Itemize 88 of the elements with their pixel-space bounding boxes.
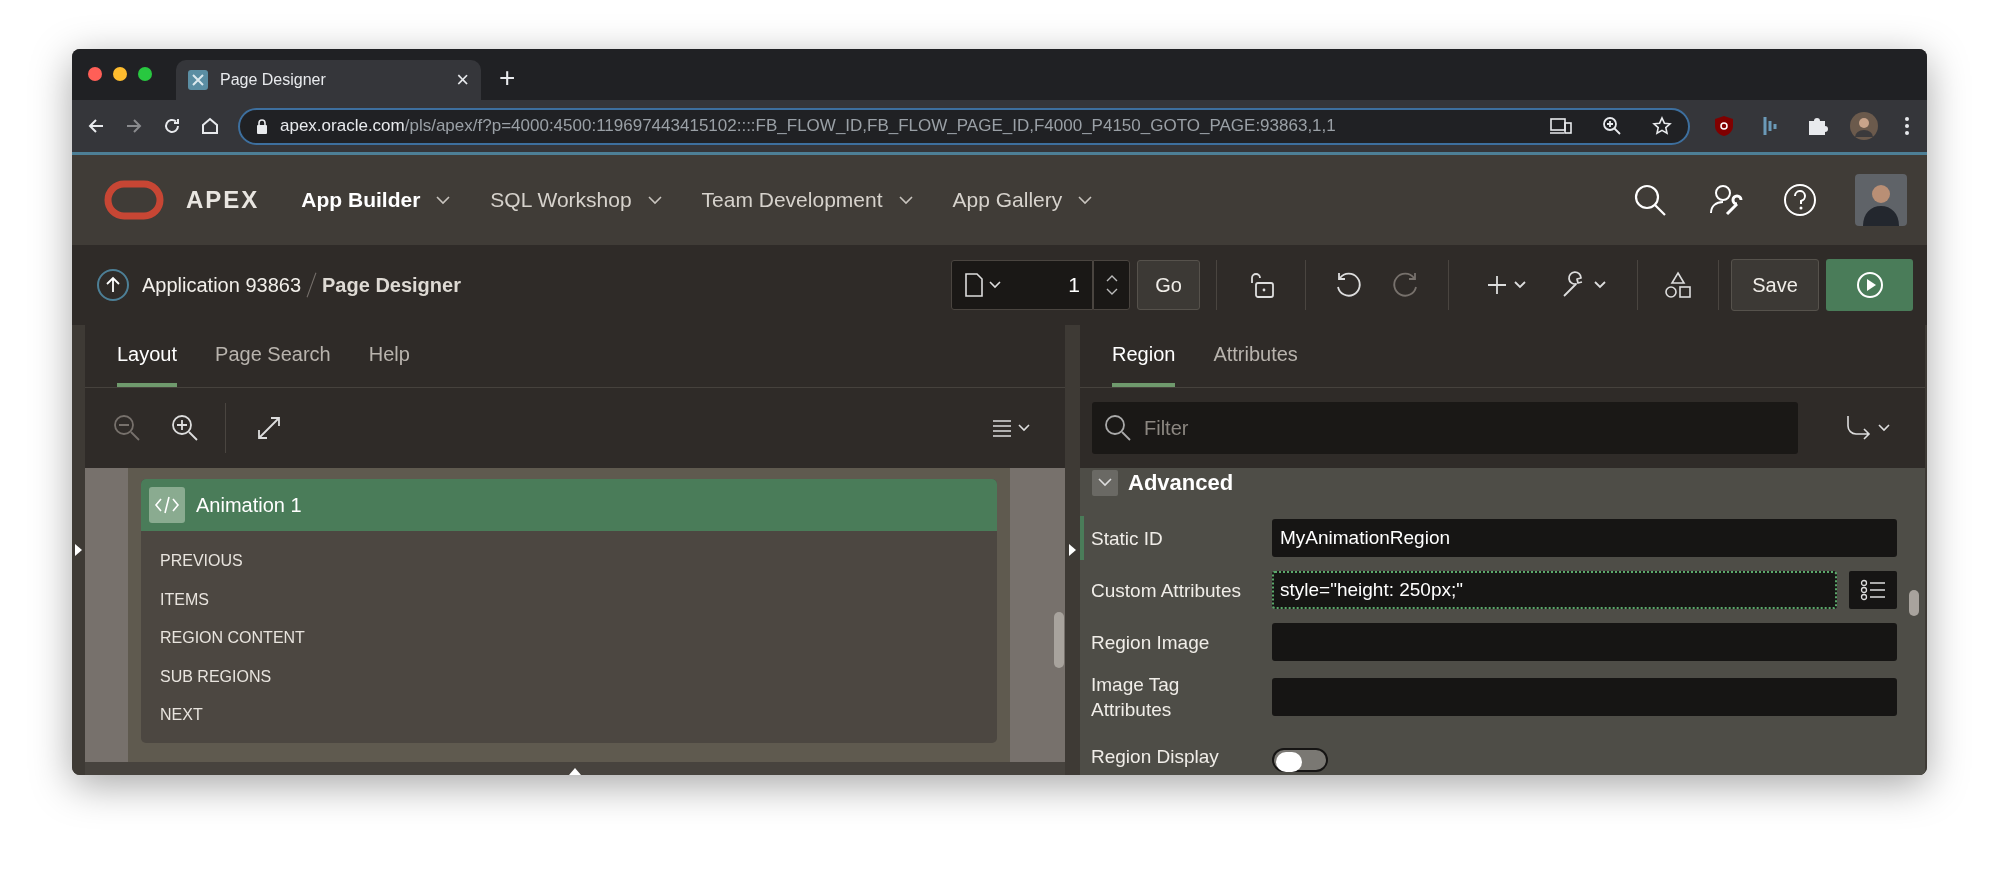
panel-tab[interactable]: Page Search <box>215 325 331 387</box>
expand-icon[interactable] <box>256 415 282 441</box>
shapes-icon[interactable] <box>1664 271 1692 299</box>
go-to-icon[interactable] <box>1845 414 1893 442</box>
new-tab-button[interactable]: + <box>499 64 516 92</box>
page-number: 1 <box>1068 272 1080 299</box>
lock-icon <box>256 118 268 134</box>
nav-menu[interactable]: Team Development <box>701 184 913 216</box>
puzzle-icon[interactable] <box>1806 115 1828 137</box>
region-title: Animation 1 <box>196 493 302 518</box>
search-icon[interactable] <box>1633 183 1667 217</box>
help-icon[interactable] <box>1783 183 1817 217</box>
text-field[interactable] <box>1272 678 1897 716</box>
collapse-up-icon[interactable] <box>569 768 581 775</box>
more-icon[interactable] <box>1904 116 1910 136</box>
list-icon <box>1860 579 1886 601</box>
expand-left-icon[interactable] <box>75 544 82 556</box>
position-label: PREVIOUS <box>160 551 243 572</box>
address-field[interactable]: apex.oracle.com/pls/apex/f?p=4000:4500:119697443415102::::FB_FLOW_ID,FB_FLOW_PAGE_ID,F4000_P4150_GOTO_PAGE:93863,1,1 <box>238 107 1690 145</box>
url-text: apex.oracle.com/pls/apex/f?p=4000:4500:119697443415102::::FB_FLOW_ID,FB_FLOW_PAGE_ID,F4000_P4150_GOTO_PAGE:93863,1,1 <box>280 115 1337 138</box>
field-label: Static ID <box>1091 526 1164 551</box>
panel-tab[interactable]: Attributes <box>1213 325 1298 387</box>
position-label: ITEMS <box>160 589 209 610</box>
code-icon <box>149 487 185 523</box>
close-window-icon[interactable] <box>88 66 102 81</box>
position-label: REGION CONTENT <box>160 628 305 649</box>
field-label: Custom Attributes <box>1091 578 1242 603</box>
region-header[interactable]: Animation 1 <box>141 479 997 531</box>
scrollbar-thumb[interactable] <box>1909 590 1919 616</box>
text-field[interactable] <box>1272 623 1897 661</box>
minimize-window-icon[interactable] <box>113 66 127 81</box>
user-wrench-icon[interactable] <box>1709 183 1745 217</box>
logo-text: APEX <box>186 185 260 215</box>
section-title: Advanced <box>1128 469 1234 497</box>
step-up-icon[interactable] <box>1105 274 1118 282</box>
caret-icon[interactable] <box>647 195 662 205</box>
redo-icon[interactable] <box>1392 271 1420 299</box>
panel-tab[interactable]: Help <box>368 325 410 387</box>
zoom-out-icon[interactable] <box>113 414 141 442</box>
run-button[interactable] <box>1826 259 1913 311</box>
field-label: Region Image <box>1091 630 1211 655</box>
field-label: Image Tag Attributes <box>1091 673 1181 722</box>
profile-avatar[interactable] <box>1850 112 1878 140</box>
app-icon <box>188 70 208 90</box>
step-down-icon[interactable] <box>1105 288 1118 296</box>
tab-title: Page Designer <box>220 70 327 90</box>
zoom-icon[interactable] <box>1602 116 1622 136</box>
breadcrumb-current: Page Designer <box>322 273 461 298</box>
zoom-in-icon[interactable] <box>171 414 199 442</box>
toggle-switch[interactable] <box>1272 748 1328 772</box>
close-tab-button[interactable]: × <box>456 69 469 91</box>
filter-field[interactable]: Filter <box>1092 402 1798 454</box>
undo-icon[interactable] <box>1334 271 1362 299</box>
star-icon[interactable] <box>1652 116 1672 136</box>
text-field[interactable]: MyAnimationRegion <box>1272 519 1897 557</box>
text-field[interactable]: style="height: 250px;" <box>1272 571 1837 609</box>
caret-icon[interactable] <box>436 195 451 205</box>
page-icon <box>964 273 1002 297</box>
play-icon <box>1855 271 1884 299</box>
shield-icon[interactable] <box>1714 115 1734 137</box>
search-icon <box>1104 414 1132 442</box>
nav-menu[interactable]: App Gallery <box>952 184 1093 216</box>
expand-right-icon[interactable] <box>1069 544 1076 556</box>
nav-menu[interactable]: App Builder <box>301 184 451 216</box>
save-button[interactable]: Save <box>1731 259 1819 311</box>
scrollbar-thumb[interactable] <box>1054 612 1064 668</box>
cast-icon[interactable] <box>1550 117 1572 135</box>
list-button[interactable] <box>1849 571 1897 609</box>
reload-icon[interactable] <box>162 116 182 136</box>
section-toggle[interactable] <box>1092 469 1118 496</box>
bars-icon[interactable] <box>1762 115 1778 137</box>
caret-icon <box>1098 478 1112 487</box>
go-button[interactable]: Go <box>1137 260 1200 310</box>
field-label: Region Display <box>1091 745 1220 769</box>
home-icon[interactable] <box>200 116 220 136</box>
logo-icon <box>104 180 164 220</box>
user-avatar[interactable] <box>1855 174 1907 226</box>
breadcrumb-link[interactable]: Application 93863 <box>142 270 301 300</box>
maximize-window-icon[interactable] <box>138 66 152 81</box>
position-label: NEXT <box>160 705 203 726</box>
unlock-icon[interactable] <box>1249 271 1275 299</box>
caret-icon[interactable] <box>1078 195 1093 205</box>
browser-tab[interactable]: Page Designer × <box>176 60 481 100</box>
page-selector[interactable]: 1 <box>951 260 1093 310</box>
position-label: SUB REGIONS <box>160 666 272 687</box>
nav-menu[interactable]: SQL Workshop <box>490 184 662 216</box>
region-card[interactable]: Animation 1 PREVIOUS ITEMS REGION CONTENT SUB REGIONS NEXT <box>141 479 997 743</box>
caret-icon[interactable] <box>898 195 913 205</box>
